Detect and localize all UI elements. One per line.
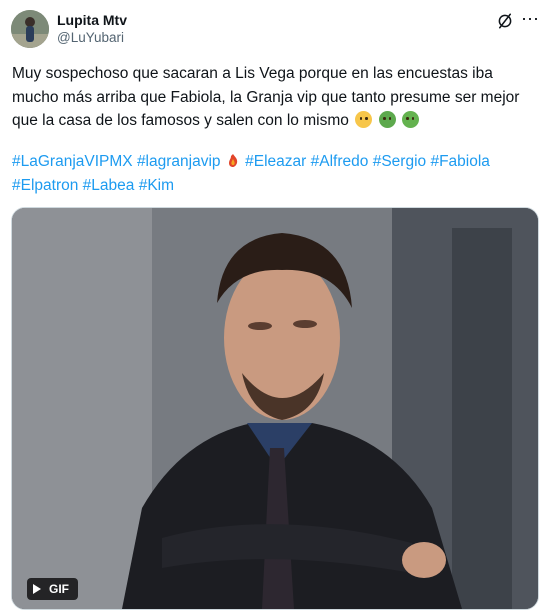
gif-media[interactable]: GIF [11, 207, 539, 610]
tweet-body: Muy sospechoso que sacaran a Lis Vega po… [12, 65, 520, 129]
rooster-icon [228, 154, 238, 167]
hashtag-lagranjavipmx[interactable]: #LaGranjaVIPMX [12, 153, 133, 170]
hashtag-kim[interactable]: #Kim [139, 177, 174, 194]
hashtag-lagranjavip[interactable]: #lagranjavip [137, 153, 221, 170]
hashtag-eleazar[interactable]: #Eleazar [245, 153, 306, 170]
hashtag-fabiola[interactable]: #Fabiola [430, 153, 489, 170]
avatar-photo [11, 10, 49, 48]
tweet-text: Muy sospechoso que sacaran a Lis Vega po… [12, 62, 532, 133]
vomiting-face-icon [401, 111, 419, 128]
x-logo-icon[interactable] [496, 12, 514, 30]
avatar[interactable] [11, 10, 49, 48]
more-icon[interactable]: ⋯ [520, 10, 540, 30]
woozy-face-icon [355, 111, 373, 128]
tweet-card: Lupita Mtv @LuYubari ⋯ Muy sospechoso qu… [0, 0, 547, 615]
play-icon [33, 584, 41, 594]
hashtag-sergio[interactable]: #Sergio [373, 153, 426, 170]
gif-play-button[interactable]: GIF [27, 578, 78, 600]
gif-frame [12, 208, 538, 609]
hashtag-alfredo[interactable]: #Alfredo [311, 153, 369, 170]
hashtag-labea[interactable]: #Labea [83, 177, 135, 194]
author-handle[interactable]: @LuYubari [57, 30, 124, 45]
hashtags: #LaGranjaVIPMX #lagranjavip #Eleazar #Al… [12, 150, 532, 197]
gif-badge: GIF [49, 582, 69, 596]
hashtag-elpatron[interactable]: #Elpatron [12, 177, 78, 194]
author-name[interactable]: Lupita Mtv [57, 12, 127, 28]
nauseated-face-icon [378, 111, 396, 128]
